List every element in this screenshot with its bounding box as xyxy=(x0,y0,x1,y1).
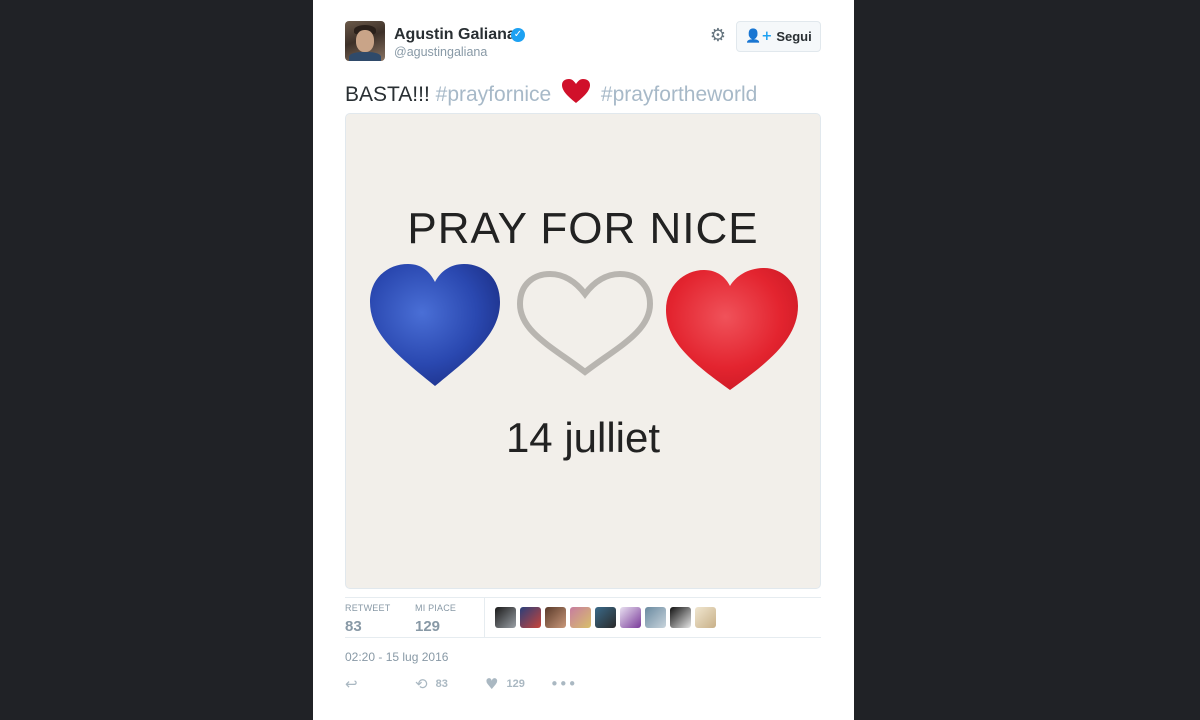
more-options-button[interactable]: ••• xyxy=(550,675,577,693)
stats-divider xyxy=(484,598,485,638)
avatar[interactable] xyxy=(345,21,385,61)
liker-avatar-1[interactable] xyxy=(495,607,516,628)
heart-emoji-icon xyxy=(562,79,591,103)
liker-avatar-5[interactable] xyxy=(595,607,616,628)
liker-avatar-2[interactable] xyxy=(520,607,541,628)
follow-button[interactable]: 👤+ Segui xyxy=(736,21,821,52)
liker-avatar-8[interactable] xyxy=(670,607,691,628)
retweet-stat-label: RETWEET xyxy=(345,603,391,613)
user-handle[interactable]: @agustingaliana xyxy=(394,45,487,59)
red-heart xyxy=(666,268,798,390)
like-action-count: 129 xyxy=(506,678,525,690)
white-heart xyxy=(516,270,654,376)
retweet-button[interactable]: ⟲ 83 xyxy=(415,675,448,693)
avatar-shirt xyxy=(349,52,381,61)
likes-stat-count: 129 xyxy=(415,618,441,635)
liker-avatar-7[interactable] xyxy=(645,607,666,628)
tweet-text-main: BASTA!!! xyxy=(345,83,430,106)
tweet-timestamp[interactable]: 02:20 - 15 lug 2016 xyxy=(345,650,448,664)
likers-row xyxy=(495,607,716,628)
reply-icon: ↩ xyxy=(345,675,358,693)
like-button[interactable]: ♥ 129 xyxy=(485,675,525,693)
like-heart-icon: ♥ xyxy=(485,675,499,693)
verified-badge-icon: ✓ xyxy=(511,28,525,42)
tweet-card: Agustin Galiana ✓ @agustingaliana ⚙ 👤+ S… xyxy=(313,0,854,720)
tweet-actions: ↩ ⟲ 83 ♥ 129 ••• xyxy=(345,675,645,695)
media-date: 14 julliet xyxy=(505,414,661,461)
retweet-stat[interactable]: RETWEET 83 xyxy=(345,603,390,635)
likes-stat-label: MI PIACE xyxy=(415,603,457,613)
media-image[interactable]: PRAY FOR NICE 14 julliet xyxy=(345,113,821,589)
likes-stat[interactable]: MI PIACE 129 xyxy=(415,603,456,635)
reply-button[interactable]: ↩ xyxy=(345,675,358,693)
liker-avatar-9[interactable] xyxy=(695,607,716,628)
liker-avatar-3[interactable] xyxy=(545,607,566,628)
more-dots-icon: ••• xyxy=(550,675,577,693)
media-hearts xyxy=(370,264,798,390)
add-user-icon: 👤+ xyxy=(745,29,773,44)
hashtag-link-2[interactable]: #prayfortheworld xyxy=(601,83,757,106)
display-name[interactable]: Agustin Galiana xyxy=(394,26,516,44)
tweet-text: BASTA!!! #prayfornice #prayfortheworld xyxy=(345,78,757,107)
media-title: PRAY FOR NICE xyxy=(407,204,759,253)
tweet-stats: RETWEET 83 MI PIACE 129 xyxy=(345,597,821,638)
retweet-action-count: 83 xyxy=(435,678,448,690)
liker-avatar-6[interactable] xyxy=(620,607,641,628)
retweet-stat-count: 83 xyxy=(345,618,362,635)
retweet-icon: ⟲ xyxy=(415,675,428,693)
avatar-face xyxy=(356,30,374,52)
blue-heart xyxy=(370,264,500,386)
hashtag-link-1[interactable]: #prayfornice xyxy=(436,83,552,106)
liker-avatar-4[interactable] xyxy=(570,607,591,628)
gear-icon[interactable]: ⚙ xyxy=(709,27,727,45)
follow-label: Segui xyxy=(776,29,812,44)
